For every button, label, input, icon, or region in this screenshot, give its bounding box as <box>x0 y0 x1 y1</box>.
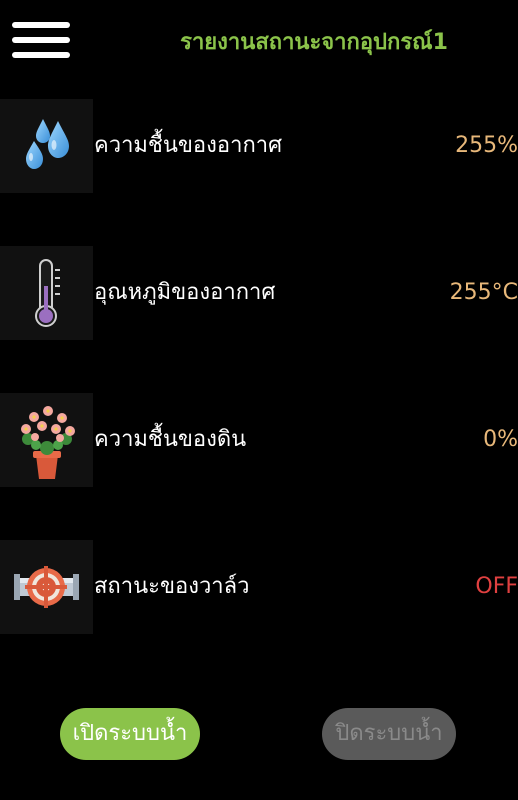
thermometer-icon <box>0 246 93 340</box>
flower-pot-icon <box>0 393 93 487</box>
soil-humidity-label: ความชื้นของดิน <box>94 427 247 452</box>
soil-humidity-value: 0% <box>483 427 518 452</box>
hamburger-menu-icon[interactable] <box>12 22 70 62</box>
air-temperature-label: อุณหภูมิของอากาศ <box>94 280 276 305</box>
turn-on-water-button[interactable]: เปิดระบบน้ำ <box>60 708 200 760</box>
air-temperature-row: อุณหภูมิของอากาศ 255°C <box>0 246 518 340</box>
page-title: รายงานสถานะจากอุปกรณ์1 <box>180 30 448 55</box>
turn-off-water-button[interactable]: ปิดระบบน้ำ <box>322 708 456 760</box>
valve-status-label: สถานะของวาล์ว <box>94 574 250 599</box>
air-humidity-label: ความชื้นของอากาศ <box>94 133 283 158</box>
menu-bar <box>12 37 70 43</box>
air-temperature-value: 255°C <box>449 280 518 305</box>
water-drops-icon <box>0 99 93 193</box>
valve-icon <box>0 540 93 634</box>
valve-status-row: สถานะของวาล์ว OFF <box>0 540 518 634</box>
valve-status-value: OFF <box>475 574 518 599</box>
air-humidity-row: ความชื้นของอากาศ 255% <box>0 99 518 193</box>
menu-bar <box>12 52 70 58</box>
device-status-screen: รายงานสถานะจากอุปกรณ์1 ความชื้นของอากาศ … <box>0 0 518 800</box>
soil-humidity-row: ความชื้นของดิน 0% <box>0 393 518 487</box>
menu-bar <box>12 22 70 28</box>
air-humidity-value: 255% <box>455 133 518 158</box>
